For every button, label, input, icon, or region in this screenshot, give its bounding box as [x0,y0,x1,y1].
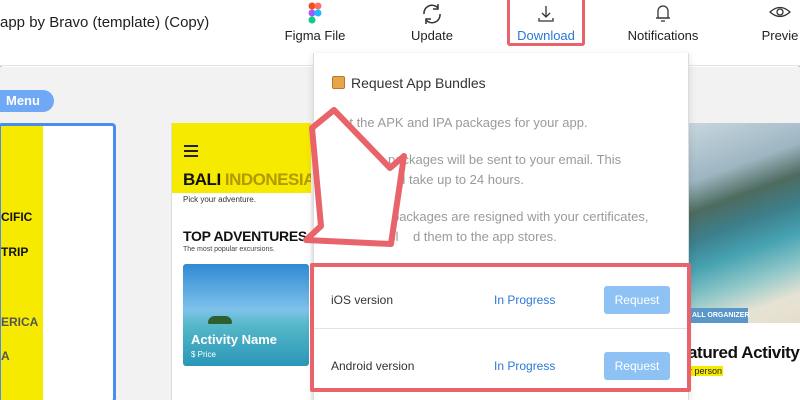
top-adventures-heading: TOP ADVENTURES [183,228,307,244]
request-android-button[interactable]: Request [604,352,670,380]
popup-paragraph-3a: Once packages are resigned with your cer… [332,209,649,224]
figma-file-label: Figma File [284,28,346,43]
package-icon [332,76,345,89]
update-button[interactable]: Update [404,0,460,48]
notifications-label: Notifications [627,28,699,43]
activity-price: $ Price [191,350,216,359]
left-label-4: A [1,349,10,363]
platform-label: iOS version [331,293,394,307]
bali-subtitle: Pick your adventure. [183,195,256,204]
popup-title: Request App Bundles [332,75,486,91]
platform-label: Android version [331,359,415,373]
status-label: In Progress [494,293,556,307]
download-highlight-box [507,0,585,46]
organizer-badge: ALL ORGANIZER [688,308,749,323]
left-label-3: ERICA [1,315,39,329]
bundle-row-ios: iOS version In Progress Request [314,269,687,329]
left-label-1: CIFIC [1,210,33,224]
activity-name: Activity Name [191,332,277,347]
phone-frame-left[interactable]: CIFIC TRIP ERICA A [0,123,116,400]
left-label-2: TRIP [1,245,29,259]
popup-paragraph-2b: uld take up to 24 hours. [388,172,524,187]
activity-card[interactable]: Activity Name $ Price [183,264,309,366]
eye-icon [769,6,791,18]
bali-title-b: INDONESIA [224,170,311,189]
menu-button[interactable]: Menu [0,90,54,112]
update-label: Update [411,28,453,43]
per-person-label: r person [688,366,724,376]
bell-icon [656,5,670,22]
hamburger-icon[interactable] [184,145,198,160]
refresh-icon [423,4,441,24]
phone-frame-bali[interactable]: BALI INDONESIA Pick your adventure. TOP … [171,123,311,400]
figma-icon [308,2,322,24]
bali-title: BALI INDONESIA [183,170,311,190]
request-ios-button[interactable]: Request [604,286,670,314]
status-label: In Progress [494,359,556,373]
notifications-button[interactable]: Notifications [622,0,704,48]
top-adventures-sub: The most popular excursions. [183,246,275,253]
figma-file-button[interactable]: Figma File [283,0,347,48]
featured-activity-heading: atured Activity [688,343,800,362]
bundle-rows-highlight: iOS version In Progress Request Android … [310,263,691,392]
popup-paragraph-3b: you can upl d them to the app stores. [332,229,557,244]
popup-paragraph-2a: packages will be sent to your email. Thi… [388,152,622,167]
bali-title-a: BALI [183,170,221,189]
preview-button[interactable]: Previe [754,0,800,48]
popup-title-text: Request App Bundles [351,75,486,91]
preview-label: Previe [761,28,799,43]
island-shape [208,316,232,324]
bundle-row-android: Android version In Progress Request [314,335,687,395]
popup-paragraph-1: Get the APK and IPA packages for your ap… [332,115,588,130]
app-title: app by Bravo (template) (Copy) [0,14,210,31]
